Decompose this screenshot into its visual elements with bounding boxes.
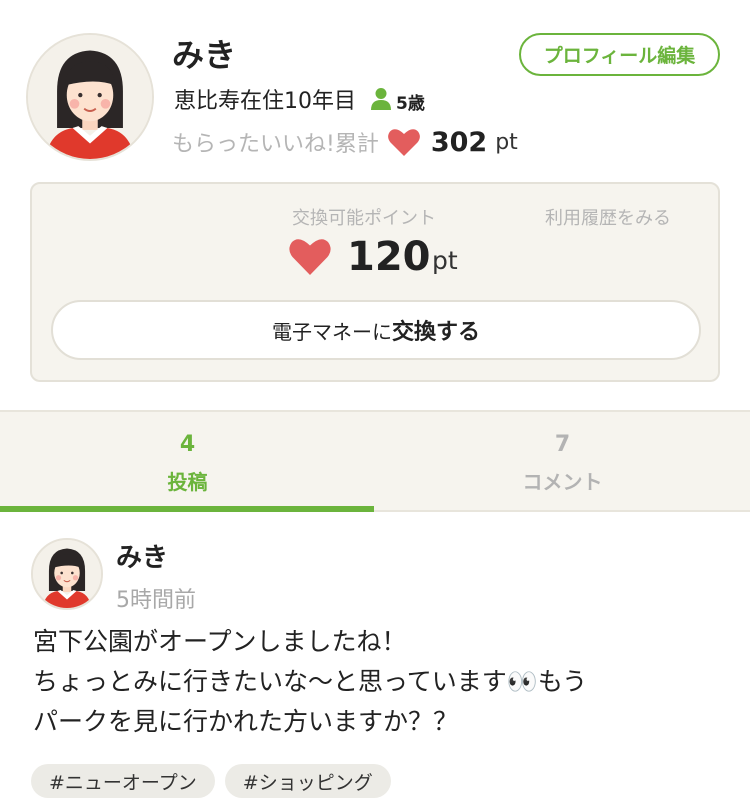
profile-name: みき bbox=[172, 36, 237, 74]
likes-total: もらったいいね!累計 302 pt bbox=[172, 126, 518, 158]
person-icon bbox=[370, 87, 392, 111]
points-value: 120 bbox=[347, 234, 431, 280]
hashtag-chip[interactable]: #ニューオープン bbox=[31, 764, 215, 798]
tab-comments[interactable]: 7 コメント bbox=[375, 412, 750, 512]
profile-meta: 恵比寿在住10年目 5歳 bbox=[174, 83, 425, 115]
post-tags: #ニューオープン #ショッピング bbox=[31, 764, 391, 798]
exchange-button[interactable]: 電子マネーに 交換する bbox=[51, 300, 701, 360]
tab-count: 4 bbox=[179, 432, 196, 457]
points-label: 交換可能ポイント bbox=[292, 208, 436, 229]
tab-label: コメント bbox=[522, 470, 603, 494]
profile-avatar bbox=[26, 33, 154, 161]
post-timestamp: 5時間前 bbox=[116, 588, 196, 613]
post-line: 宮下公園がオープンしましたね！ bbox=[33, 627, 407, 656]
active-tab-indicator bbox=[0, 506, 374, 512]
post-line: ちょっとみに行きたいな〜と思っています👀もう bbox=[33, 667, 588, 696]
post-body: 宮下公園がオープンしましたね！ ちょっとみに行きたいな〜と思っています👀もう パ… bbox=[33, 622, 723, 742]
heart-icon bbox=[288, 236, 332, 276]
likes-unit: pt bbox=[495, 129, 518, 155]
tab-label: 投稿 bbox=[167, 470, 208, 494]
profile-tabs: 4 投稿 7 コメント bbox=[0, 410, 750, 512]
tab-divider bbox=[374, 510, 750, 512]
tab-count: 7 bbox=[554, 432, 571, 457]
tab-posts[interactable]: 4 投稿 bbox=[0, 412, 375, 512]
usage-history-link[interactable]: 利用履歴をみる bbox=[545, 204, 671, 230]
likes-label: もらったいいね!累計 bbox=[172, 132, 379, 157]
exchange-action: 交換する bbox=[391, 320, 480, 345]
points-unit: pt bbox=[432, 246, 458, 275]
post-line: パークを見に行かれた方いますか？？ bbox=[33, 707, 459, 736]
age-text: 5歳 bbox=[396, 93, 425, 114]
edit-profile-button[interactable]: プロフィール編集 bbox=[519, 33, 720, 76]
points-card: 交換可能ポイント 利用履歴をみる 120 pt 電子マネーに 交換する bbox=[30, 182, 720, 382]
exchange-prefix: 電子マネーに bbox=[271, 319, 392, 344]
post-author-avatar[interactable] bbox=[31, 538, 103, 610]
heart-icon bbox=[387, 127, 421, 157]
post-author[interactable]: みき bbox=[116, 537, 168, 574]
residence-text: 恵比寿在住10年目 bbox=[174, 89, 356, 114]
hashtag-chip[interactable]: #ショッピング bbox=[224, 764, 391, 798]
likes-value: 302 bbox=[430, 126, 488, 158]
